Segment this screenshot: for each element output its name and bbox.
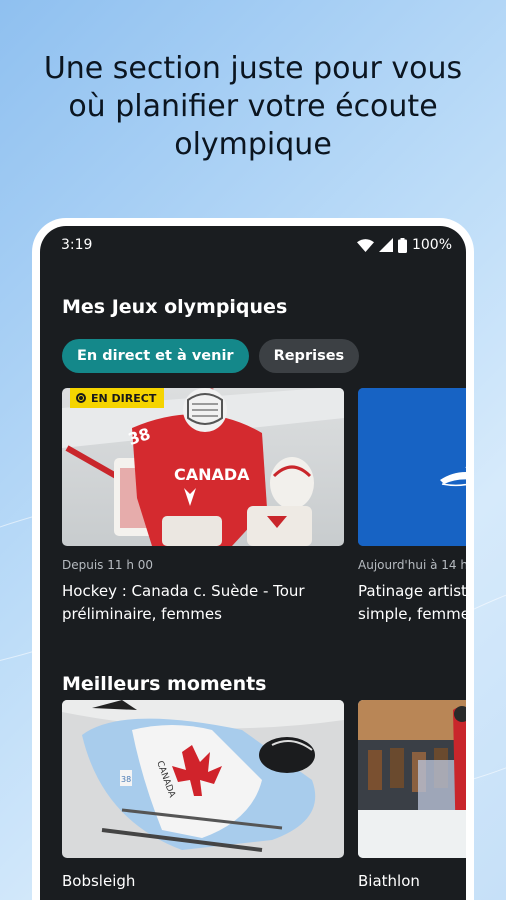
highlight-card[interactable]: CANADA 38 Bobsleigh: [62, 700, 344, 893]
biathlon-image: [358, 700, 466, 858]
headline-line: Une section juste pour vous: [43, 51, 463, 86]
biathlon-thumbnail: [358, 700, 466, 858]
card-title-line: Hockey : Canada c. Suède - Tour: [62, 582, 305, 600]
bobsleigh-image: CANADA 38: [62, 700, 344, 858]
highlights-rail: CANADA 38 Bobsleigh Biathlon: [62, 700, 466, 893]
hockey-thumbnail: CANADA 38 EN DIRECT: [62, 388, 344, 546]
event-card[interactable]: CANADA 38 EN DIRECT Depuis 11 h 00 Hocke…: [62, 388, 344, 626]
section-title-highlights: Meilleurs moments: [62, 673, 267, 695]
filter-chips: En direct et à venir Reprises: [62, 339, 360, 373]
card-title-line: Patinage artistique: [358, 582, 466, 600]
promo-headline: Une section juste pour vous où planifier…: [0, 50, 506, 164]
headline-line: où planifier votre écoute: [68, 89, 438, 124]
live-icon: [76, 393, 86, 403]
figure-skating-icon: [358, 388, 466, 546]
status-time: 3:19: [61, 237, 93, 253]
event-card[interactable]: Aujourd'hui à 14 h 00 Patinage artistiqu…: [358, 388, 466, 626]
card-title: Biathlon: [358, 872, 420, 890]
cell-signal-icon: [378, 238, 393, 252]
hockey-goalie-image: CANADA 38: [62, 388, 344, 546]
phone-frame: 3:19 100% Mes Jeux olympiques En direct …: [32, 218, 474, 900]
live-badge-label: EN DIRECT: [91, 391, 157, 405]
my-games-rail: CANADA 38 EN DIRECT Depuis 11 h 00 Hocke…: [62, 388, 466, 626]
section-title-my-games: Mes Jeux olympiques: [62, 296, 288, 318]
card-title-line: préliminaire, femmes: [62, 605, 222, 623]
wifi-icon: [356, 238, 374, 252]
battery-percent: 100%: [411, 237, 452, 253]
status-bar: 3:19 100%: [40, 226, 466, 264]
card-title-line: simple, femmes: [358, 605, 466, 623]
status-icons: 100%: [356, 237, 452, 253]
battery-icon: [397, 237, 407, 253]
chip-live-upcoming[interactable]: En direct et à venir: [62, 339, 249, 373]
headline-line: olympique: [174, 127, 332, 162]
phone-screen: 3:19 100% Mes Jeux olympiques En direct …: [40, 226, 466, 900]
card-time: Aujourd'hui à 14 h 00: [358, 558, 466, 572]
figure-skating-thumbnail: [358, 388, 466, 546]
svg-text:38: 38: [121, 775, 131, 784]
card-time: Depuis 11 h 00: [62, 558, 154, 572]
svg-text:CANADA: CANADA: [174, 465, 250, 484]
chip-replays[interactable]: Reprises: [258, 339, 360, 373]
card-title: Bobsleigh: [62, 872, 136, 890]
card-title: Patinage artistique simple, femmes: [358, 580, 466, 626]
card-title: Hockey : Canada c. Suède - Tour prélimin…: [62, 580, 344, 626]
live-badge: EN DIRECT: [70, 388, 165, 408]
bobsleigh-thumbnail: CANADA 38: [62, 700, 344, 858]
highlight-card[interactable]: Biathlon: [358, 700, 466, 893]
